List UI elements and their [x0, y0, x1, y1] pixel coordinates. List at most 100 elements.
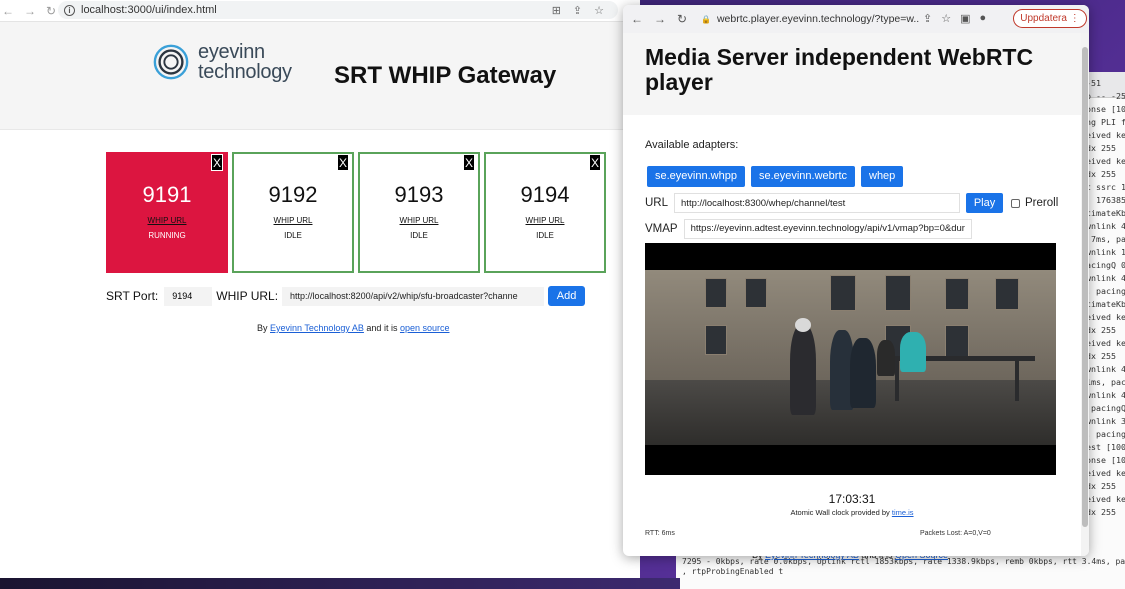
terminal-line: dx 255: [1086, 481, 1116, 491]
forward-icon[interactable]: →: [24, 4, 36, 18]
scrollbar[interactable]: [1081, 33, 1089, 556]
player-address-bar[interactable]: 🔒 webrtc.player.eyevinn.technology/?type…: [701, 10, 919, 28]
preroll-checkbox[interactable]: [1011, 198, 1021, 208]
back-icon[interactable]: ←: [631, 12, 643, 26]
share-icon[interactable]: ⇪: [923, 12, 932, 25]
channel-card[interactable]: X 9193 WHIP URL IDLE: [358, 152, 480, 273]
video-player[interactable]: [645, 243, 1056, 475]
clock-note-prefix: Atomic Wall clock provided by: [790, 508, 892, 517]
terminal-line: 176385: [1086, 195, 1125, 205]
scrollbar-thumb[interactable]: [1082, 47, 1088, 527]
terminal-bottom-line-2: , rtpProbingEnabled t: [682, 567, 784, 576]
vmap-row: VMAP https://eyevinn.adtest.eyevinn.tech…: [645, 219, 972, 239]
adapters-label: Available adapters:: [645, 139, 739, 151]
vmap-input[interactable]: https://eyevinn.adtest.eyevinn.technolog…: [683, 219, 972, 239]
browser-toolbar: ← → ↻ i localhost:3000/ui/index.html ⊞ ⇪…: [0, 0, 640, 22]
channel-port: 9191: [142, 182, 192, 207]
footer-middle: and it is: [363, 323, 400, 333]
srt-port-input[interactable]: [164, 286, 213, 306]
footer: By Eyevinn Technology AB and it is open …: [257, 323, 450, 333]
terminal-line: eived ke: [1086, 130, 1125, 140]
terminal-line: est [100: [1086, 442, 1125, 452]
player-url-input[interactable]: [674, 193, 961, 213]
player-title: Media Server independent WebRTC player: [645, 44, 1034, 95]
open-source-link[interactable]: open source: [400, 323, 450, 333]
terminal-line: eived ke: [1086, 312, 1125, 322]
reload-icon[interactable]: ↻: [677, 12, 687, 26]
adapter-button-whep[interactable]: whep: [861, 166, 904, 187]
terminal-line: dx 255: [1086, 351, 1116, 361]
player-browser-toolbar: ← → ↻ 🔒 webrtc.player.eyevinn.technology…: [623, 5, 1089, 33]
clock-note: Atomic Wall clock provided by time.is: [623, 508, 1081, 517]
reload-icon[interactable]: ↻: [46, 4, 56, 18]
whip-url-link[interactable]: WHIP URL: [360, 216, 478, 225]
channel-status: IDLE: [284, 231, 302, 240]
desktop-taskbar: [0, 578, 680, 589]
forward-icon[interactable]: →: [654, 12, 666, 26]
terminal-line: dx 255: [1086, 507, 1116, 517]
terminal-line: eived ke: [1086, 156, 1125, 166]
terminal-line: wnlink 4: [1086, 390, 1125, 400]
address-bar[interactable]: i localhost:3000/ui/index.html: [58, 1, 618, 19]
wall-clock: 17:03:31: [828, 492, 876, 506]
terminal-line: eived ke: [1086, 494, 1125, 504]
add-button[interactable]: Add: [548, 286, 586, 306]
page-title: SRT WHIP Gateway: [334, 62, 557, 89]
whip-url-link[interactable]: WHIP URL: [234, 216, 352, 225]
company-link[interactable]: Eyevinn Technology AB: [270, 323, 364, 333]
terminal-line: dx 255: [1086, 143, 1116, 153]
player-browser-window: ← → ↻ 🔒 webrtc.player.eyevinn.technology…: [623, 5, 1089, 556]
player-header: Media Server independent WebRTC player: [623, 33, 1089, 115]
eyevinn-logo: eyevinn technology: [152, 42, 292, 82]
whip-url-link[interactable]: WHIP URL: [108, 216, 226, 225]
url-label: URL: [645, 197, 669, 209]
close-card-button[interactable]: X: [463, 154, 475, 171]
url-row: URL Play Preroll: [645, 193, 1058, 213]
player-address-text: webrtc.player.eyevinn.technology/?type=w…: [716, 13, 919, 25]
bookmark-star-icon[interactable]: ☆: [594, 4, 604, 17]
whip-url-input[interactable]: [282, 286, 545, 306]
terminal-line: wnlink 4: [1086, 221, 1125, 231]
rtt-stat: RTT: 6ms: [645, 530, 675, 537]
share-icon[interactable]: ⇪: [573, 4, 582, 17]
channel-status: RUNNING: [148, 231, 186, 240]
terminal-line: .7ms, pa: [1086, 234, 1125, 244]
info-icon[interactable]: i: [64, 4, 75, 16]
terminal-line: p -- -25: [1086, 91, 1125, 101]
bookmark-star-icon[interactable]: ☆: [941, 12, 951, 25]
more-menu-icon: ⋮: [1069, 13, 1080, 24]
logo-rings-icon: [153, 44, 189, 80]
add-channel-form: SRT Port: WHIP URL: Add: [106, 286, 586, 306]
lock-icon: 🔒: [701, 14, 711, 24]
logo-text-line1: eyevinn: [198, 41, 265, 63]
close-card-button[interactable]: X: [211, 154, 223, 171]
channel-card[interactable]: X 9192 WHIP URL IDLE: [232, 152, 354, 273]
translate-icon[interactable]: ⊞: [552, 4, 561, 17]
close-card-button[interactable]: X: [337, 154, 349, 171]
play-button[interactable]: Play: [966, 193, 1004, 213]
terminal-line: onse [10: [1086, 104, 1125, 114]
channel-card[interactable]: X 9191 WHIP URL RUNNING: [106, 152, 228, 273]
preroll-toggle[interactable]: Preroll: [1011, 197, 1058, 209]
channel-status: IDLE: [410, 231, 428, 240]
update-browser-button[interactable]: Uppdatera ⋮: [1013, 9, 1087, 28]
adapter-button-webrtc[interactable]: se.eyevinn.webrtc: [750, 166, 855, 187]
terminal-line: pacingQ: [1086, 403, 1125, 413]
close-card-button[interactable]: X: [589, 154, 601, 171]
update-label: Uppdatera: [1020, 13, 1067, 24]
sidebar-icon[interactable]: ▣: [960, 12, 970, 25]
site-header: eyevinn technology SRT WHIP Gateway: [0, 22, 640, 130]
profile-icon[interactable]: ●: [980, 12, 987, 25]
terminal-line: t ssrc 1: [1086, 182, 1125, 192]
vmap-label: VMAP: [645, 223, 678, 235]
whip-url-link[interactable]: WHIP URL: [486, 216, 604, 225]
adapter-button-whpp[interactable]: se.eyevinn.whpp: [647, 166, 745, 187]
back-icon[interactable]: ←: [2, 4, 14, 18]
terminal-line: wnlink 4: [1086, 273, 1125, 283]
terminal-line: acingQ 0: [1086, 260, 1125, 270]
terminal-line: eived ke: [1086, 468, 1125, 478]
channel-card[interactable]: X 9194 WHIP URL IDLE: [484, 152, 606, 273]
terminal-line: timateKb: [1086, 208, 1125, 218]
channel-port: 9192: [268, 182, 318, 207]
time-is-link[interactable]: time.is: [892, 508, 914, 517]
